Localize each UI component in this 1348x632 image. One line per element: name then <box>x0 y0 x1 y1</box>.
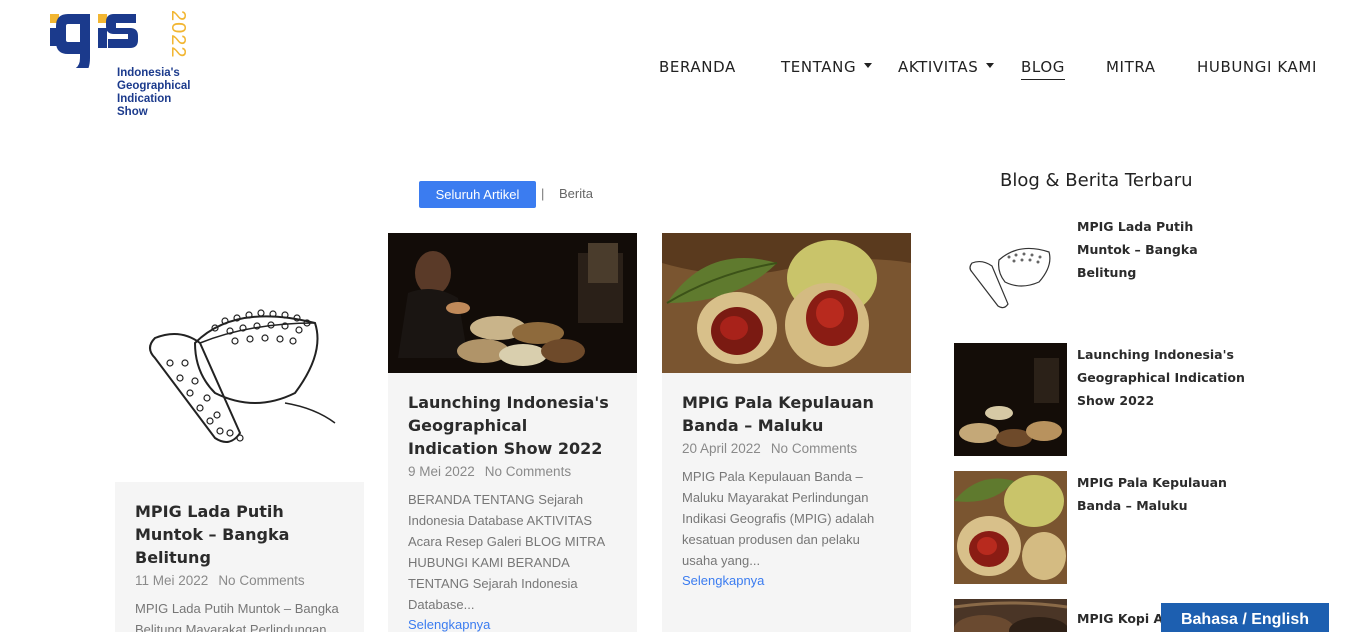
nav-label: TENTANG <box>781 58 857 76</box>
post-comments-link[interactable]: No Comments <box>771 441 857 456</box>
post-meta: 20 April 2022 No Comments <box>682 441 895 456</box>
pepper-bowl-sketch <box>149 309 336 443</box>
post-image-lada[interactable] <box>115 233 364 482</box>
nav-item-mitra[interactable]: MITRA <box>1106 58 1156 76</box>
nav-item-hubungi-kami[interactable]: HUBUNGI KAMI <box>1197 58 1317 76</box>
post-card-body: MPIG Pala Kepulauan Banda – Maluku 20 Ap… <box>662 373 911 632</box>
nav-item-tentang[interactable]: TENTANG <box>781 58 873 76</box>
filter-separator: | <box>541 186 545 201</box>
post-image-pala[interactable] <box>662 233 911 373</box>
read-more-link[interactable]: Selengkapnya <box>408 617 621 632</box>
sidebar-post-title[interactable]: Launching Indonesia's Geographical Indic… <box>1077 343 1247 412</box>
sidebar-thumb[interactable] <box>954 599 1067 632</box>
filter-all-articles-button[interactable]: Seluruh Artikel <box>419 181 536 208</box>
read-more-link[interactable]: Selengkapnya <box>682 573 895 588</box>
main-navigation: BERANDA TENTANG AKTIVITAS BLOG MITRA HUB… <box>0 58 1348 84</box>
post-comments-link[interactable]: No Comments <box>218 573 304 588</box>
nutmeg-thumb <box>954 471 1067 584</box>
language-switch-button[interactable]: Bahasa / English <box>1161 603 1329 632</box>
nav-label: MITRA <box>1106 58 1156 76</box>
sidebar-post-item[interactable]: MPIG Lada Putih Muntok – Bangka Belitung <box>954 215 1284 328</box>
spice-market-thumb <box>954 343 1067 456</box>
post-date: 11 Mei 2022 <box>135 573 209 588</box>
sidebar-post-item[interactable]: Launching Indonesia's Geographical Indic… <box>954 343 1284 456</box>
spice-market-photo <box>388 233 637 373</box>
post-card-lada: MPIG Lada Putih Muntok – Bangka Belitung… <box>115 233 364 632</box>
sidebar-thumb[interactable] <box>954 471 1067 584</box>
sidebar-title: Blog & Berita Terbaru <box>1000 170 1193 191</box>
post-excerpt: MPIG Lada Putih Muntok – Bangka Belitung… <box>135 601 339 632</box>
nutmeg-photo <box>662 233 911 373</box>
logo-subtitle-line: Indication <box>117 93 172 105</box>
coffee-thumb <box>954 599 1067 632</box>
nav-label: BLOG <box>1021 58 1065 76</box>
post-meta: 11 Mei 2022 No Comments <box>135 573 348 588</box>
post-comments-link[interactable]: No Comments <box>485 464 571 479</box>
sidebar-thumb[interactable] <box>954 215 1067 328</box>
sidebar-post-title[interactable]: MPIG Pala Kepulauan Banda – Maluku <box>1077 471 1247 517</box>
logo-subtitle-line: Show <box>117 106 148 118</box>
pepper-bowl-thumb <box>969 247 1051 309</box>
caret-down-icon <box>986 63 995 68</box>
nav-label: AKTIVITAS <box>898 58 979 76</box>
caret-down-icon <box>864 63 873 68</box>
sidebar-thumb[interactable] <box>954 343 1067 456</box>
post-excerpt: MPIG Pala Kepulauan Banda – Maluku Mayar… <box>682 469 875 568</box>
post-card-launching: Launching Indonesia's Geographical Indic… <box>388 233 637 632</box>
post-title[interactable]: MPIG Lada Putih Muntok – Bangka Belitung <box>135 500 348 569</box>
post-card-pala: MPIG Pala Kepulauan Banda – Maluku 20 Ap… <box>662 233 911 632</box>
svg-text:2022: 2022 <box>167 10 189 59</box>
post-excerpt: BERANDA TENTANG Sejarah Indonesia Databa… <box>408 492 605 612</box>
nav-label: BERANDA <box>659 58 736 76</box>
post-date: 9 Mei 2022 <box>408 464 475 479</box>
post-card-body: MPIG Lada Putih Muntok – Bangka Belitung… <box>115 482 364 632</box>
post-meta: 9 Mei 2022 No Comments <box>408 464 621 479</box>
post-title[interactable]: MPIG Pala Kepulauan Banda – Maluku <box>682 391 895 437</box>
post-title[interactable]: Launching Indonesia's Geographical Indic… <box>408 391 621 460</box>
post-card-body: Launching Indonesia's Geographical Indic… <box>388 373 637 632</box>
nav-item-aktivitas[interactable]: AKTIVITAS <box>898 58 995 76</box>
nav-label: HUBUNGI KAMI <box>1197 58 1317 76</box>
nav-item-beranda[interactable]: BERANDA <box>659 58 736 76</box>
sidebar-post-title[interactable]: MPIG Lada Putih Muntok – Bangka Belitung <box>1077 215 1247 284</box>
sidebar-post-item[interactable]: MPIG Pala Kepulauan Banda – Maluku <box>954 471 1284 584</box>
post-image-launching[interactable] <box>388 233 637 373</box>
filter-news-tab[interactable]: Berita <box>559 186 593 201</box>
nav-item-blog[interactable]: BLOG <box>1021 58 1065 80</box>
post-date: 20 April 2022 <box>682 441 761 456</box>
